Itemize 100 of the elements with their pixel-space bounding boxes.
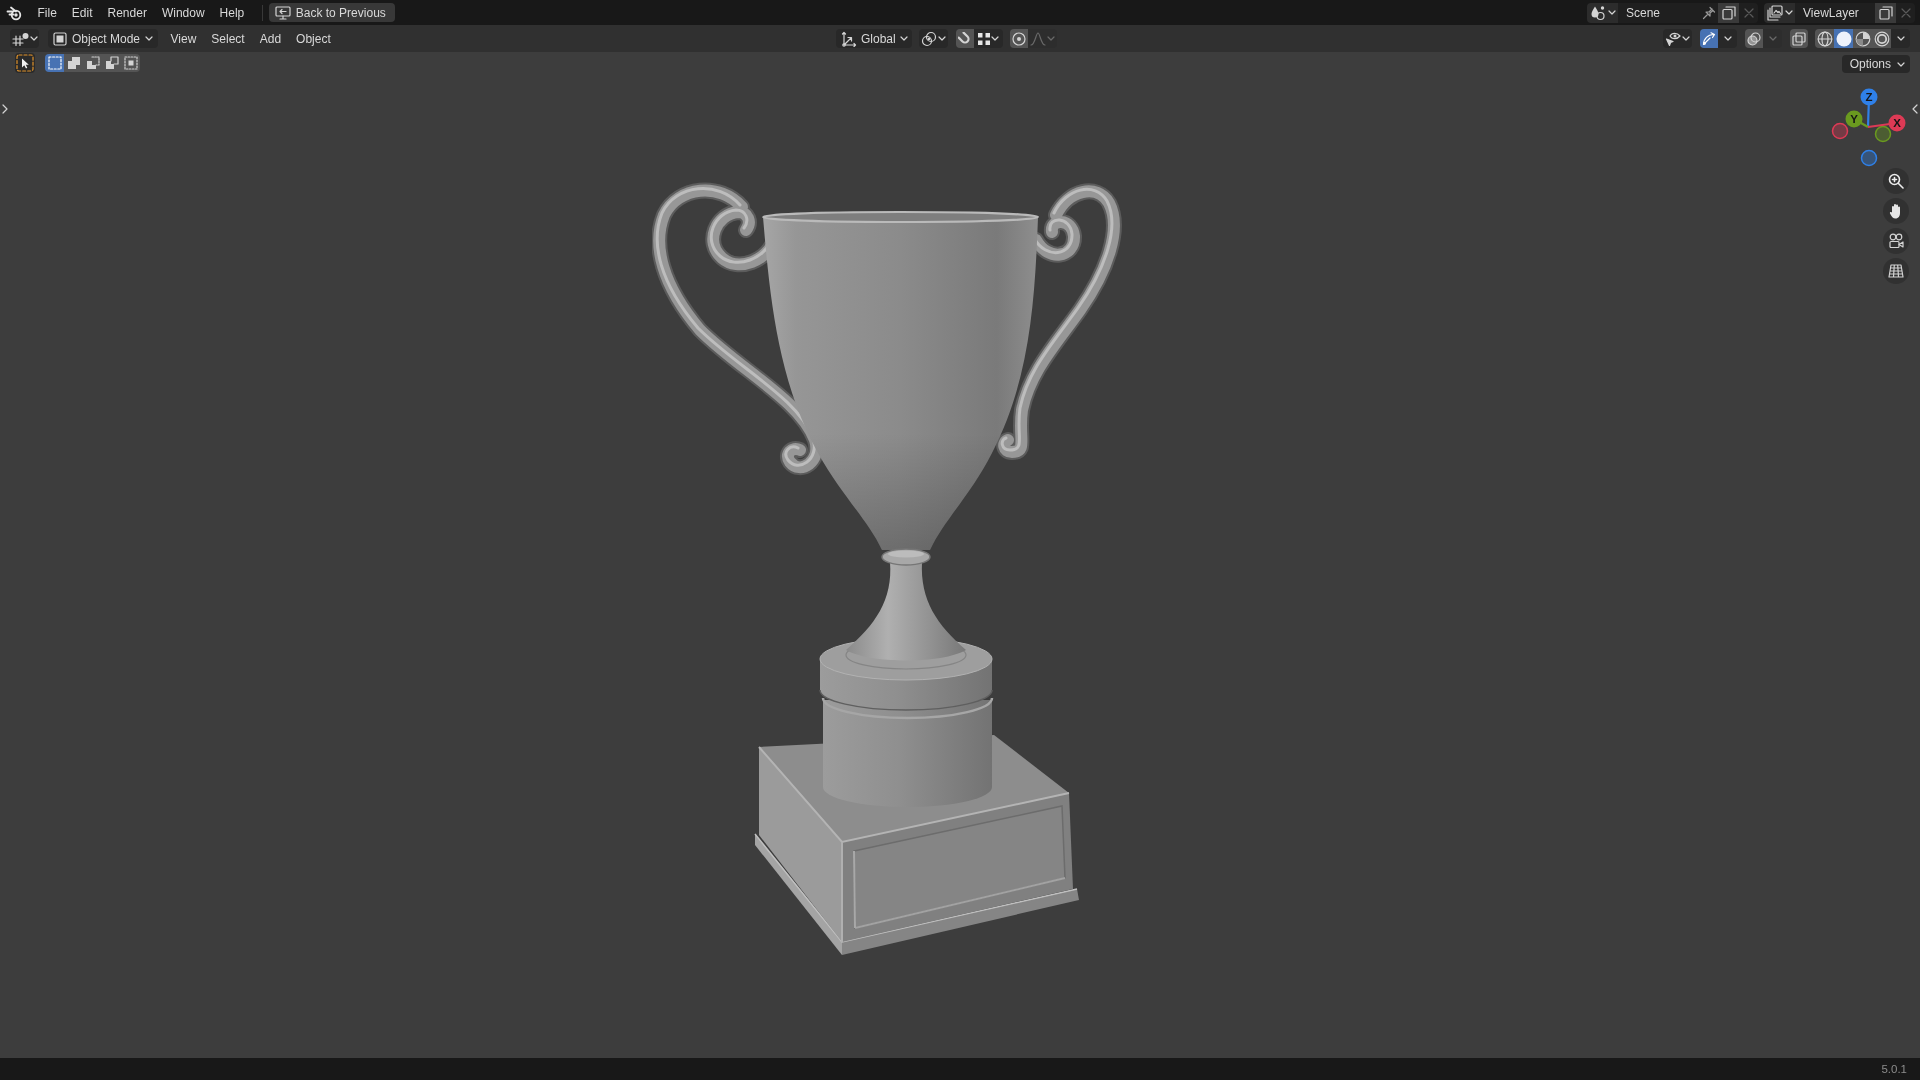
view-layer-name-field[interactable]: ViewLayer [1795, 2, 1875, 23]
view-layer-browse-button[interactable] [1764, 2, 1795, 23]
menu-item[interactable]: Edit [64, 2, 101, 23]
grid-icon [1888, 263, 1904, 279]
selection-mode-button[interactable] [102, 54, 121, 72]
overlays-toggle[interactable] [1745, 29, 1763, 48]
close-icon [1900, 7, 1911, 18]
chevron-down-icon [1896, 36, 1905, 41]
editor-type-button[interactable] [10, 29, 39, 48]
merged-squares-icon [66, 56, 81, 70]
mode-dropdown[interactable]: Object Mode [48, 29, 159, 48]
zoom-in-icon [1888, 173, 1904, 189]
axis-label: Y [1850, 113, 1858, 125]
chevron-down-icon [1046, 36, 1055, 41]
orientation-dropdown[interactable]: Global [836, 29, 912, 48]
stacked-images-icon [1766, 4, 1783, 21]
chevron-down-icon [1897, 61, 1905, 67]
scene-browse-button[interactable] [1587, 2, 1618, 23]
menu-item[interactable]: Select [203, 29, 253, 48]
selection-mode-button[interactable] [121, 54, 140, 72]
axis-handle[interactable] [1888, 114, 1906, 132]
duplicate-button[interactable] [1718, 2, 1739, 23]
intersect-squares-icon [123, 56, 138, 70]
options-dropdown[interactable]: Options [1841, 55, 1910, 73]
material-shading-button[interactable] [1853, 29, 1872, 48]
linked-rings-icon [920, 30, 937, 47]
chevron-down-icon [29, 36, 38, 41]
selection-mode-button[interactable] [83, 54, 102, 72]
axis-label: Z [1865, 91, 1873, 103]
gizmo-toggle[interactable] [1700, 29, 1718, 48]
chevron-down-icon [1768, 36, 1777, 41]
axis-label: X [1893, 117, 1901, 129]
app-logo-icon[interactable] [6, 4, 22, 21]
shading-menu-dropdown[interactable] [1891, 29, 1910, 48]
chevron-down-icon [1723, 36, 1732, 41]
dotted-circle-icon [1011, 31, 1026, 46]
menu-item[interactable]: Render [100, 2, 155, 23]
gizmo-menu-dropdown[interactable] [1718, 29, 1737, 48]
menu-item[interactable]: Help [212, 2, 252, 23]
xray-toggle[interactable] [1790, 29, 1808, 48]
dashed-square-icon [47, 56, 62, 70]
close-icon [1743, 7, 1754, 18]
scene-name-field[interactable]: Scene [1618, 2, 1700, 23]
chevron-down-icon [990, 36, 999, 41]
duplicate-icon [1878, 5, 1893, 20]
camera-view-button[interactable] [1883, 228, 1909, 254]
snap-toggle[interactable] [955, 29, 974, 48]
axis-handle[interactable] [1845, 110, 1863, 128]
menu-item[interactable]: Window [154, 2, 213, 23]
pin-button[interactable] [1700, 2, 1718, 23]
four-squares-icon [977, 32, 990, 45]
chevron-left-icon[interactable] [1912, 104, 1918, 114]
visibility-dropdown[interactable] [1663, 29, 1692, 48]
duplicate-icon [1721, 5, 1736, 20]
ringed-sphere-icon [1873, 30, 1890, 47]
bell-curve-icon [1029, 31, 1046, 46]
snap-target-dropdown[interactable] [973, 29, 1003, 48]
inverted-squares-icon [104, 56, 119, 70]
negative-axis-handle[interactable] [1831, 122, 1849, 140]
zoom-button[interactable] [1883, 168, 1909, 194]
negative-axis-handle[interactable] [1874, 125, 1892, 143]
overlapping-circles-icon [1747, 31, 1761, 46]
grid-sphere-icon [11, 31, 29, 46]
selection-mode-button[interactable] [45, 54, 64, 72]
axes-icon [841, 30, 857, 47]
magnet-icon [957, 31, 972, 46]
selection-mode-button[interactable] [64, 54, 83, 72]
pan-button[interactable] [1883, 198, 1909, 224]
chevron-down-icon [937, 36, 946, 41]
duplicate-button[interactable] [1875, 2, 1896, 23]
axis-handle[interactable] [1860, 88, 1878, 106]
chevron-down-icon [145, 36, 154, 41]
pivot-dropdown[interactable] [918, 29, 948, 48]
shapes-icon [1589, 4, 1606, 21]
eye-cursor-icon [1665, 30, 1681, 47]
select-tool-button[interactable] [15, 53, 35, 73]
menu-item[interactable]: View [163, 29, 204, 48]
chevron-down-icon [1784, 10, 1793, 15]
solid-sphere-icon [1835, 30, 1852, 47]
wireframe-shading-button[interactable] [1815, 29, 1834, 48]
arc-arrow-icon [1702, 31, 1716, 46]
hand-icon [1889, 203, 1903, 219]
proportional-editing-toggle[interactable] [1009, 29, 1028, 48]
menu-item[interactable]: Object [288, 29, 339, 48]
chevron-down-icon [1682, 36, 1690, 41]
version-label: 5.0.1 [1881, 1063, 1907, 1075]
cut-square-icon [85, 56, 100, 70]
solid-shading-button[interactable] [1834, 29, 1853, 48]
chevron-down-icon [1607, 10, 1616, 15]
chevron-right-icon[interactable] [2, 104, 8, 114]
negative-axis-handle[interactable] [1860, 149, 1878, 167]
dashed-cursor-icon [16, 54, 34, 72]
rendered-shading-button[interactable] [1872, 29, 1891, 48]
menu-item[interactable]: File [30, 2, 65, 23]
perspective-grid-button[interactable] [1883, 258, 1909, 284]
wire-sphere-icon [1816, 30, 1833, 47]
back-to-previous-button[interactable]: Back to Previous [268, 3, 395, 22]
menu-item[interactable]: Add [252, 29, 289, 48]
overlapping-squares-icon [1792, 31, 1806, 46]
chevron-down-icon [899, 36, 908, 41]
